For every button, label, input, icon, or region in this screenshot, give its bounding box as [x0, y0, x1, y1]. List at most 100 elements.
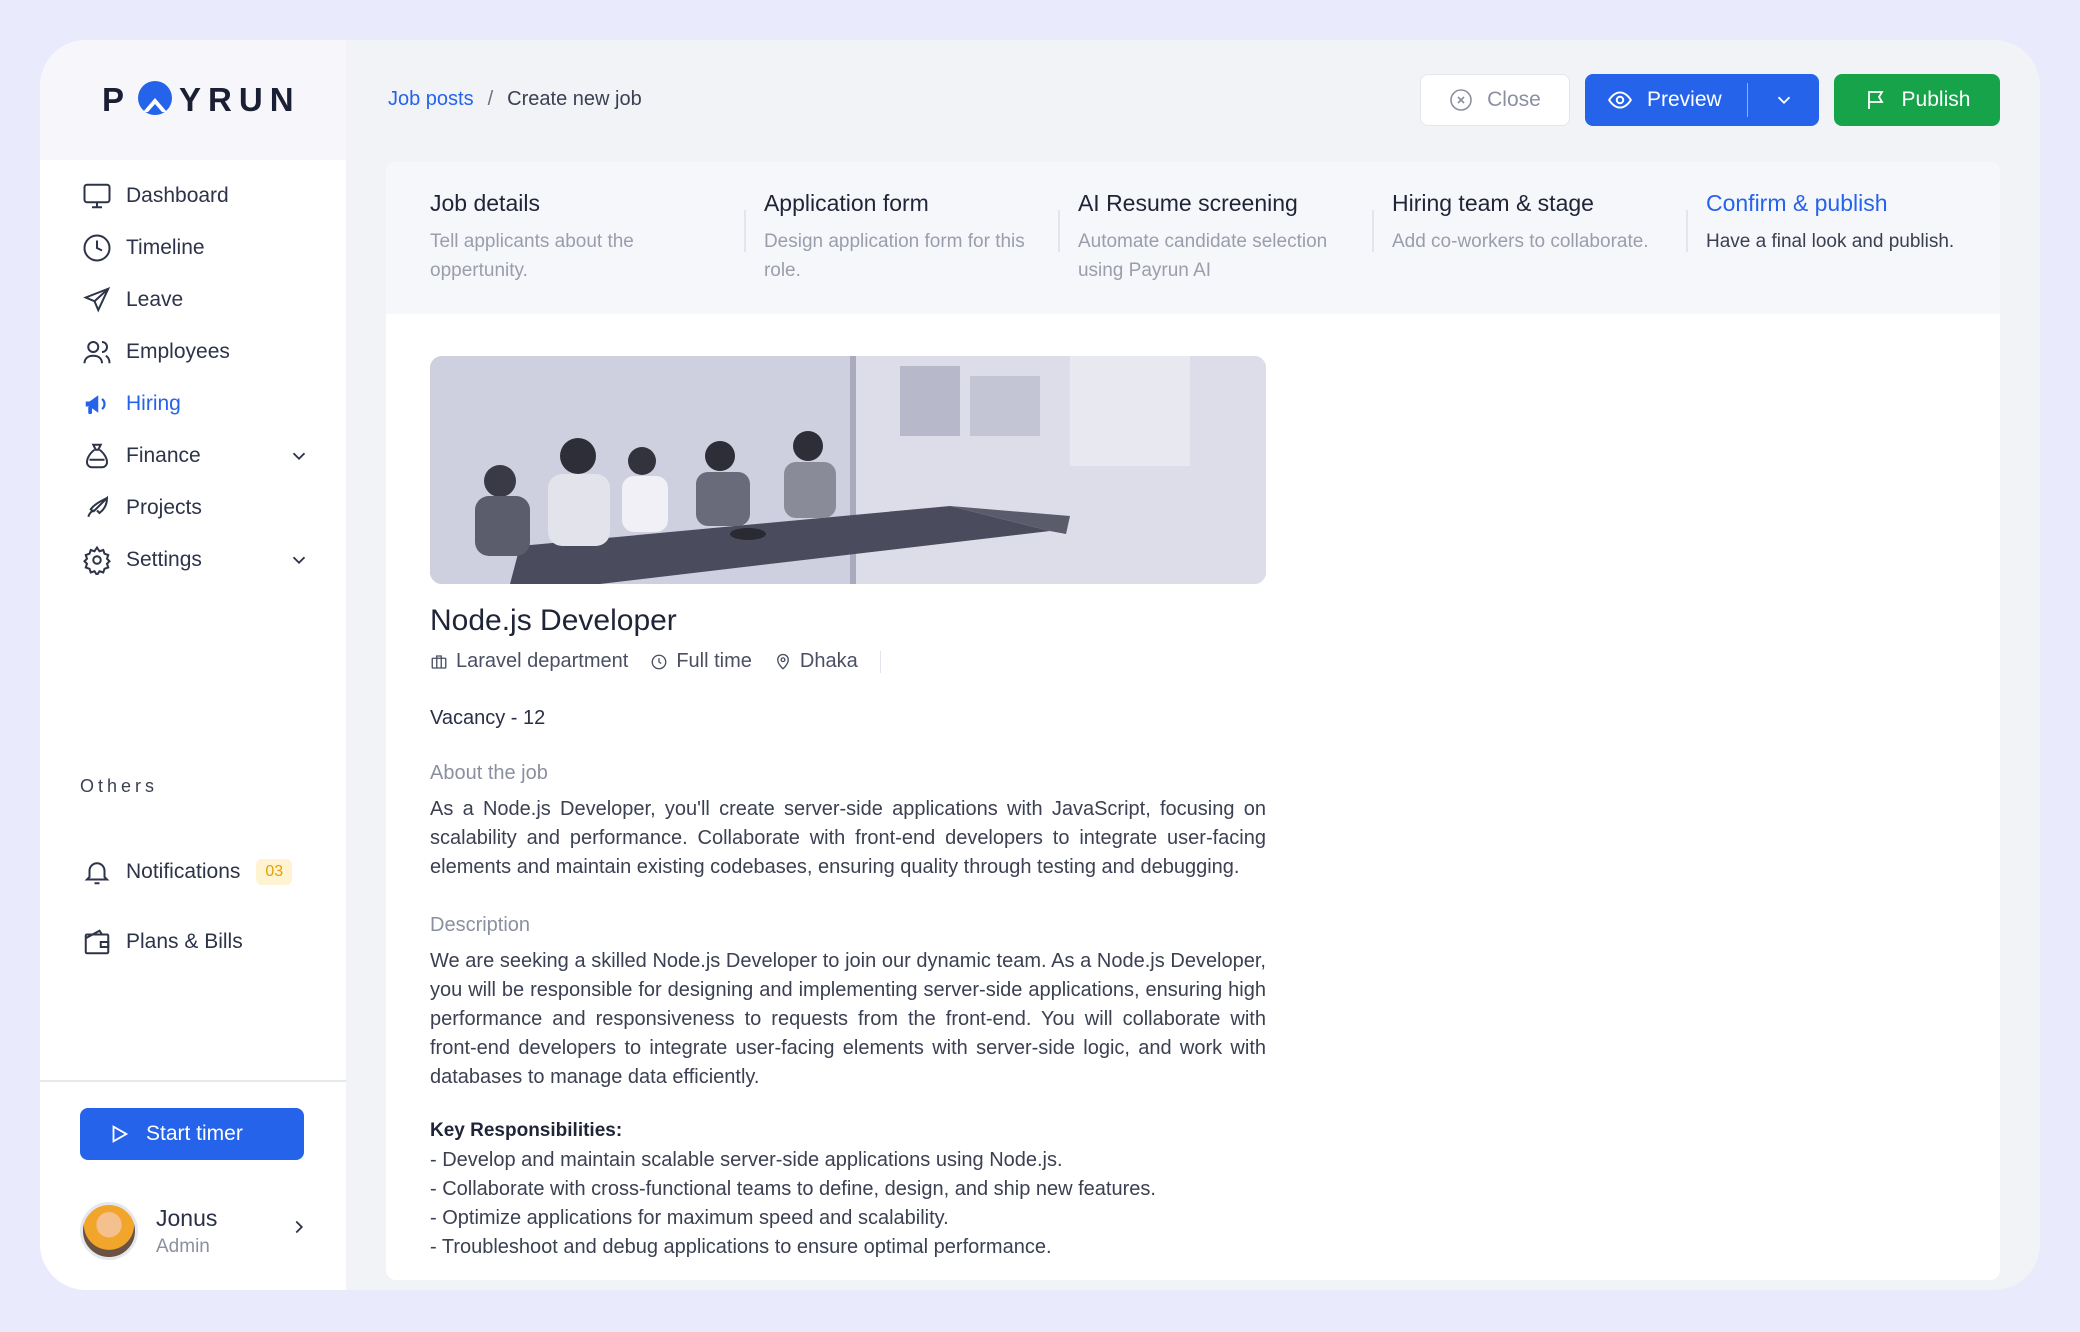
others-section-label: Others	[80, 776, 159, 796]
preview-button-group: Preview	[1585, 74, 1819, 126]
logo-area: P YRUN	[40, 40, 346, 160]
step-description: Have a final look and publish.	[1705, 231, 1955, 252]
step-description: Tell applicants about the oppertunity.	[430, 231, 634, 281]
briefcase-icon	[431, 654, 447, 669]
sidebar-item-label: Employees	[126, 340, 230, 363]
description-text: We are seeking a skilled Node.js Develop…	[430, 950, 1266, 1088]
location-text: Dhaka	[799, 650, 858, 672]
sidebar-item-finance[interactable]: Finance	[80, 434, 310, 478]
step-hiring-team[interactable]: Hiring team & stage Add co-workers to co…	[1371, 190, 1686, 314]
sidebar-item-label: Plans & Bills	[126, 930, 243, 953]
sidebar-item-projects[interactable]: Projects	[80, 486, 310, 530]
office-meeting-illustration	[430, 356, 1266, 584]
rocket-icon	[80, 491, 114, 525]
preview-dropdown-button[interactable]	[1748, 74, 1819, 126]
step-title: Job details	[430, 190, 540, 216]
step-ai-resume-screening[interactable]: AI Resume screening Automate candidate s…	[1057, 190, 1372, 314]
description-label: Description	[430, 914, 531, 936]
step-confirm-publish[interactable]: Confirm & publish Have a final look and …	[1685, 190, 2000, 314]
play-icon	[112, 1125, 129, 1143]
start-timer-label: Start timer	[146, 1122, 243, 1145]
sidebar-item-label: Hiring	[126, 392, 181, 415]
clock-icon	[651, 654, 667, 669]
close-label: Close	[1487, 88, 1541, 111]
stepper: Job details Tell applicants about the op…	[386, 162, 2000, 314]
location-pin-icon	[776, 653, 789, 670]
responsibilities-label: Key Responsibilities:	[430, 1120, 623, 1141]
sidebar-item-label: Notifications	[126, 860, 241, 883]
vacancy-count: Vacancy - 12	[430, 707, 546, 729]
list-item: - Troubleshoot and debug applications to…	[430, 1236, 1052, 1258]
preview-button[interactable]: Preview	[1585, 74, 1747, 126]
breadcrumb-current: Create new job	[507, 88, 642, 110]
monitor-icon	[80, 179, 114, 213]
breadcrumb-separator: /	[487, 88, 494, 110]
job-type: Full time	[650, 650, 752, 673]
job-type-text: Full time	[676, 650, 752, 672]
user-profile[interactable]: Jonus Admin	[80, 1202, 310, 1260]
step-title: Confirm & publish	[1705, 190, 1888, 216]
responsibilities-list: - Develop and maintain scalable server-s…	[430, 1146, 1266, 1262]
sidebar-item-employees[interactable]: Employees	[80, 330, 310, 374]
step-application-form[interactable]: Application form Design application form…	[743, 190, 1058, 314]
chevron-down-icon[interactable]	[288, 445, 310, 467]
step-job-details[interactable]: Job details Tell applicants about the op…	[430, 190, 744, 314]
job-cover-image	[430, 356, 1266, 584]
logo-pin-icon	[133, 78, 177, 122]
chevron-down-icon[interactable]	[288, 549, 310, 571]
sidebar-item-timeline[interactable]: Timeline	[80, 226, 310, 270]
job-preview: Node.js Developer Laravel department Ful…	[430, 356, 1266, 1262]
sidebar-item-label: Dashboard	[126, 184, 229, 207]
clock-icon	[80, 231, 114, 265]
publish-button[interactable]: Publish	[1834, 74, 2000, 126]
start-timer-button[interactable]: Start timer	[80, 1108, 304, 1160]
sidebar-item-hiring[interactable]: Hiring	[80, 382, 310, 426]
step-description: Automate candidate selection using Payru…	[1077, 231, 1328, 281]
about-label: About the job	[430, 762, 548, 784]
step-description: Design application form for this role.	[763, 231, 1025, 281]
breadcrumb-job-posts[interactable]: Job posts	[388, 88, 474, 111]
wallet-icon	[80, 925, 114, 959]
sidebar-item-notifications[interactable]: Notifications 03	[80, 850, 310, 894]
sidebar-item-settings[interactable]: Settings	[80, 538, 310, 582]
close-button[interactable]: Close	[1420, 74, 1570, 126]
sidebar-item-label: Timeline	[126, 236, 205, 259]
eye-icon	[1608, 91, 1632, 109]
job-meta: Laravel department Full time Dhaka	[430, 650, 1266, 673]
logo-text-right: YRUN	[179, 81, 301, 118]
step-description: Add co-workers to collaborate.	[1391, 231, 1649, 252]
chevron-right-icon	[288, 1216, 310, 1243]
user-role: Admin	[156, 1235, 210, 1257]
avatar	[80, 1202, 138, 1260]
step-title: Application form	[763, 190, 929, 216]
sidebar-item-label: Projects	[126, 496, 202, 519]
bell-icon	[80, 855, 114, 889]
notification-count-badge: 03	[256, 859, 293, 885]
payrun-logo[interactable]: P YRUN	[102, 78, 301, 122]
megaphone-icon	[80, 387, 114, 421]
sidebar-item-label: Finance	[126, 444, 201, 467]
sidebar-item-label: Leave	[126, 288, 184, 311]
breadcrumb: Job posts / Create new job	[388, 88, 642, 111]
department-text: Laravel department	[456, 650, 629, 672]
money-bag-icon	[80, 439, 114, 473]
logo-text-left: P	[102, 81, 132, 118]
meta-divider	[879, 650, 881, 673]
users-icon	[80, 335, 114, 369]
user-name: Jonus	[156, 1204, 218, 1231]
sidebar-divider	[40, 1080, 346, 1082]
sidebar-item-label: Settings	[126, 548, 202, 571]
sidebar-item-plans-bills[interactable]: Plans & Bills	[80, 920, 310, 964]
job-title: Node.js Developer	[430, 604, 677, 637]
close-circle-icon	[1450, 89, 1472, 111]
job-editor-panel: Job details Tell applicants about the op…	[386, 162, 2000, 1280]
step-title: Hiring team & stage	[1391, 190, 1594, 216]
gear-icon	[80, 543, 114, 577]
app-window: P YRUN Dashboard Timeline Leave Employee…	[40, 40, 2040, 1290]
list-item: - Develop and maintain scalable server-s…	[430, 1149, 1063, 1171]
preview-label: Preview	[1647, 88, 1722, 111]
sidebar-item-leave[interactable]: Leave	[80, 278, 310, 322]
about-text: As a Node.js Developer, you'll create se…	[430, 798, 1266, 878]
sidebar-item-dashboard[interactable]: Dashboard	[80, 174, 310, 218]
airplane-icon	[80, 283, 114, 317]
